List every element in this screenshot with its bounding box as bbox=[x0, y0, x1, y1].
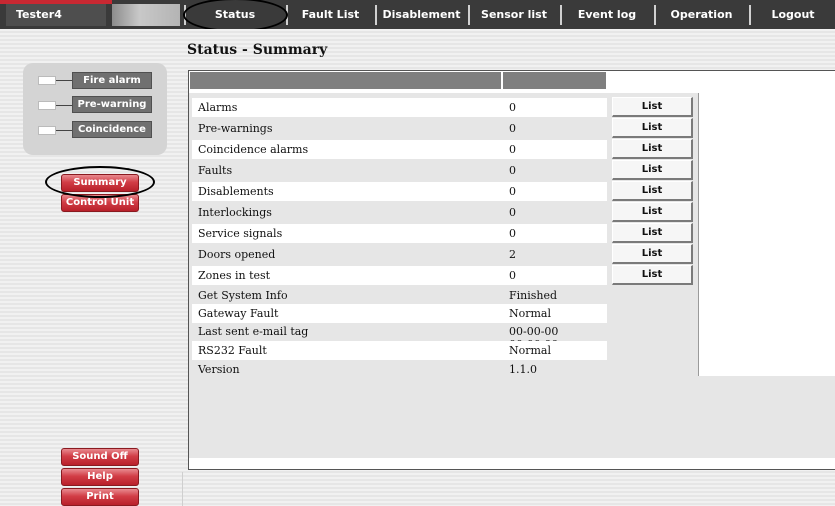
coincidence-indicator-label: Coincidence bbox=[72, 121, 152, 138]
row-label: Gateway Fault bbox=[198, 307, 279, 320]
row-label: Last sent e-mail tag bbox=[198, 325, 309, 338]
pre-warning-indicator-label: Pre-warning bbox=[72, 96, 152, 113]
list-button-doors-opened[interactable]: List bbox=[612, 244, 693, 264]
row-label: Doors opened bbox=[198, 248, 276, 261]
row-label: Pre-warnings bbox=[198, 122, 273, 135]
status-row-pre-warnings: Pre-warnings 0 bbox=[192, 119, 607, 138]
sound-off-button[interactable]: Sound Off bbox=[61, 448, 139, 466]
row-value: 0 bbox=[509, 122, 516, 135]
summary-highlight-ring bbox=[45, 166, 155, 198]
info-row-last-sent-email-tag: Last sent e-mail tag 00-00-00 00:00:00 bbox=[192, 322, 607, 351]
row-value: Finished bbox=[509, 289, 558, 302]
status-row-service-signals: Service signals 0 bbox=[192, 224, 607, 243]
list-button-faults[interactable]: List bbox=[612, 160, 693, 180]
row-value: Normal bbox=[509, 344, 552, 357]
row-value: 0 bbox=[509, 206, 516, 219]
info-row-rs232-fault: RS232 Fault Normal bbox=[192, 341, 607, 360]
row-label: Get System Info bbox=[198, 289, 288, 302]
page-title: Status - Summary bbox=[187, 42, 328, 58]
info-row-get-system-info: Get System Info Finished bbox=[192, 286, 607, 305]
info-row-version: Version 1.1.0 bbox=[192, 360, 607, 379]
list-button-disablements[interactable]: List bbox=[612, 181, 693, 201]
tab-fault-list[interactable]: Fault List bbox=[286, 5, 373, 25]
list-button-zones-in-test[interactable]: List bbox=[612, 265, 693, 285]
row-label: Coincidence alarms bbox=[198, 143, 309, 156]
tab-event-log[interactable]: Event log bbox=[560, 5, 652, 25]
row-label: Faults bbox=[198, 164, 233, 177]
row-label: Version bbox=[198, 363, 240, 376]
status-row-disablements: Disablements 0 bbox=[192, 182, 607, 201]
indicator-connector bbox=[56, 105, 72, 106]
row-value: 0 bbox=[509, 185, 516, 198]
indicator-connector bbox=[56, 80, 72, 81]
tab-operation[interactable]: Operation bbox=[654, 5, 747, 25]
help-button[interactable]: Help bbox=[61, 468, 139, 486]
fire-alarm-indicator-light bbox=[38, 76, 56, 85]
row-label: Zones in test bbox=[198, 269, 271, 282]
tab-logout[interactable]: Logout bbox=[749, 5, 835, 25]
status-row-coincidence-alarms: Coincidence alarms 0 bbox=[192, 140, 607, 159]
indicator-connector bbox=[56, 130, 72, 131]
user-name: Tester4 bbox=[6, 4, 106, 26]
status-row-zones-in-test: Zones in test 0 bbox=[192, 266, 607, 285]
row-label: Interlockings bbox=[198, 206, 272, 219]
list-button-service-signals[interactable]: List bbox=[612, 223, 693, 243]
list-button-interlockings[interactable]: List bbox=[612, 202, 693, 222]
row-value: 0 bbox=[509, 164, 516, 177]
row-label: Disablements bbox=[198, 185, 274, 198]
row-value: 0 bbox=[509, 143, 516, 156]
status-footer-area bbox=[189, 376, 835, 458]
tab-sensor-list[interactable]: Sensor list bbox=[468, 5, 558, 25]
table-header-label-column bbox=[190, 72, 501, 89]
row-value: 0 bbox=[509, 269, 516, 282]
status-row-doors-opened: Doors opened 2 bbox=[192, 245, 607, 264]
tab-disablement[interactable]: Disablement bbox=[375, 5, 466, 25]
status-row-faults: Faults 0 bbox=[192, 161, 607, 180]
coincidence-indicator-light bbox=[38, 126, 56, 135]
row-value: Normal bbox=[509, 307, 552, 320]
list-button-alarms[interactable]: List bbox=[612, 97, 693, 117]
status-row-interlockings: Interlockings 0 bbox=[192, 203, 607, 222]
list-button-coincidence-alarms[interactable]: List bbox=[612, 139, 693, 159]
sidebar-divider bbox=[182, 472, 183, 506]
print-button[interactable]: Print bbox=[61, 488, 139, 506]
pre-warning-indicator-light bbox=[38, 101, 56, 110]
list-button-pre-warnings[interactable]: List bbox=[612, 118, 693, 138]
row-value: 1.1.0 bbox=[509, 363, 537, 376]
status-row-alarms: Alarms 0 bbox=[192, 98, 607, 117]
fire-alarm-indicator-label: Fire alarm bbox=[72, 72, 152, 89]
nav-spacer bbox=[112, 4, 180, 26]
row-value: 0 bbox=[509, 101, 516, 114]
row-value: 2 bbox=[509, 248, 516, 261]
row-label: Alarms bbox=[198, 101, 238, 114]
row-value: 0 bbox=[509, 227, 516, 240]
row-label: RS232 Fault bbox=[198, 344, 267, 357]
row-label: Service signals bbox=[198, 227, 283, 240]
info-row-gateway-fault: Gateway Fault Normal bbox=[192, 304, 607, 323]
table-header-value-column bbox=[503, 72, 606, 89]
